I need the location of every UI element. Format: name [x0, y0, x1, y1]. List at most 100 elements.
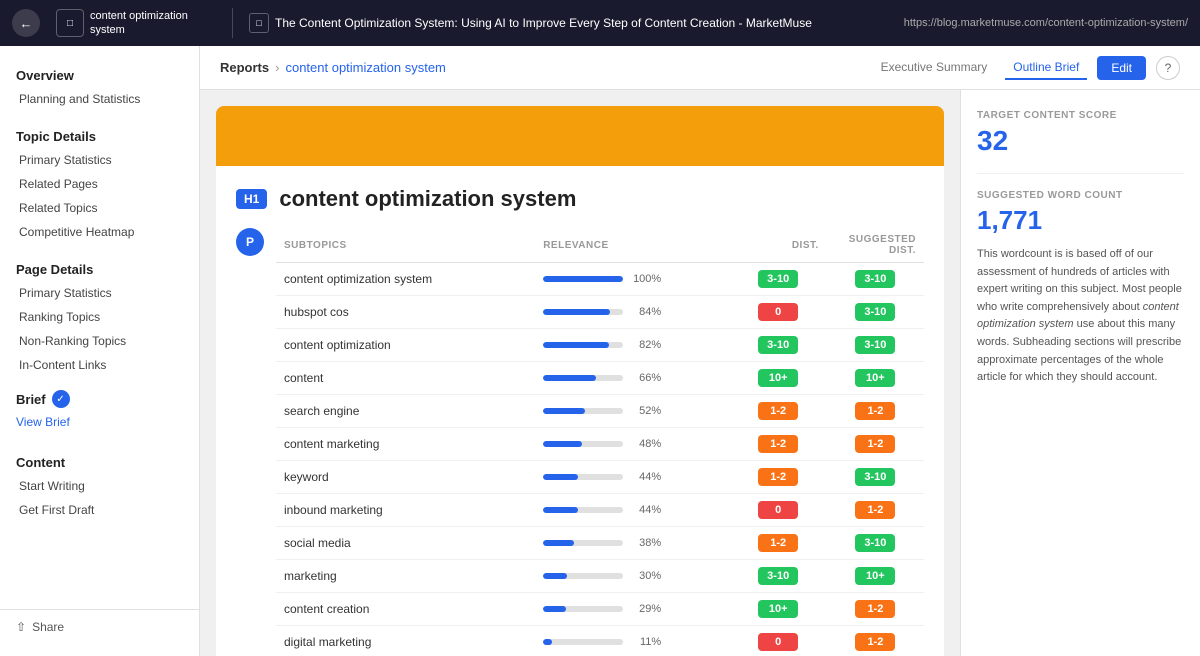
cell-suggested: 3-10 — [827, 329, 924, 362]
cell-dist: 0 — [730, 296, 827, 329]
table-row: content optimization 82% 3-10 3-10 — [276, 329, 924, 362]
table-row: inbound marketing 44% 0 1-2 — [276, 494, 924, 527]
cell-suggested: 1-2 — [827, 626, 924, 656]
cell-topic: content optimization system — [276, 263, 535, 296]
share-label: Share — [32, 620, 64, 634]
table-row: content optimization system 100% 3-10 3-… — [276, 263, 924, 296]
sidebar-item-get-draft[interactable]: Get First Draft — [0, 498, 199, 522]
cell-dist: 1-2 — [730, 395, 827, 428]
cell-dist: 0 — [730, 626, 827, 656]
col-header-suggested: SUGGESTED DIST. — [827, 228, 924, 263]
doc-icon: □ — [249, 13, 269, 33]
edit-button[interactable]: Edit — [1097, 56, 1146, 80]
sidebar-item-in-content-links[interactable]: In-Content Links — [0, 353, 199, 377]
cell-relevance: 11% — [535, 626, 729, 656]
cell-suggested: 3-10 — [827, 461, 924, 494]
sidebar-share[interactable]: ⇧ Share — [0, 609, 199, 644]
doc-title: The Content Optimization System: Using A… — [275, 16, 812, 30]
table-row: content 66% 10+ 10+ — [276, 362, 924, 395]
help-button[interactable]: ? — [1156, 56, 1180, 80]
sidebar-page-label: Page Details — [0, 252, 199, 281]
brief-check-icon: ✓ — [52, 390, 70, 408]
cell-suggested: 10+ — [827, 560, 924, 593]
cell-dist: 10+ — [730, 362, 827, 395]
cell-suggested: 10+ — [827, 362, 924, 395]
wordcount-value: 1,771 — [977, 205, 1184, 236]
col-header-subtopics: SUBTOPICS — [276, 228, 535, 263]
target-score-value: 32 — [977, 125, 1184, 157]
table-row: hubspot cos 84% 0 3-10 — [276, 296, 924, 329]
sidebar-brief-row: Brief ✓ — [0, 385, 199, 413]
sidebar-item-start-writing[interactable]: Start Writing — [0, 474, 199, 498]
cell-topic: inbound marketing — [276, 494, 535, 527]
table-row: search engine 52% 1-2 1-2 — [276, 395, 924, 428]
table-header-row: SUBTOPICS RELEVANCE DIST. SUGGESTED DIST… — [276, 228, 924, 263]
breadcrumb-separator: › — [275, 60, 279, 75]
h1-section: H1 content optimization system P SUBTOPI… — [216, 166, 944, 656]
right-description: This wordcount is is based off of our as… — [977, 246, 1184, 387]
cell-dist: 3-10 — [730, 560, 827, 593]
sidebar-overview-section: Overview Planning and Statistics — [0, 58, 199, 111]
cell-topic: marketing — [276, 560, 535, 593]
breadcrumb-reports[interactable]: Reports — [220, 60, 269, 75]
cell-dist: 10+ — [730, 593, 827, 626]
tab-executive-summary[interactable]: Executive Summary — [873, 56, 996, 80]
sidebar-content-section: Content Start Writing Get First Draft — [0, 445, 199, 522]
breadcrumb: Reports › content optimization system — [220, 60, 446, 75]
sidebar-item-primary-stats-2[interactable]: Primary Statistics — [0, 281, 199, 305]
sidebar-overview-label: Overview — [0, 58, 199, 87]
cell-relevance: 29% — [535, 593, 729, 626]
wordcount-label: SUGGESTED WORD COUNT — [977, 190, 1184, 201]
sidebar-item-planning[interactable]: Planning and Statistics — [0, 87, 199, 111]
left-panel: H1 content optimization system P SUBTOPI… — [200, 90, 960, 656]
sidebar-topic-label: Topic Details — [0, 119, 199, 148]
topbar: ← □ content optimization system □ The Co… — [0, 0, 1200, 46]
table-body: content optimization system 100% 3-10 3-… — [276, 263, 924, 656]
h1-header: H1 content optimization system — [236, 186, 924, 212]
table-row: social media 38% 1-2 3-10 — [276, 527, 924, 560]
topbar-title: □ The Content Optimization System: Using… — [249, 13, 888, 33]
breadcrumb-bar: Reports › content optimization system Ex… — [200, 46, 1200, 90]
cell-dist: 3-10 — [730, 329, 827, 362]
cell-topic: digital marketing — [276, 626, 535, 656]
cell-dist: 1-2 — [730, 428, 827, 461]
sidebar-item-competitive[interactable]: Competitive Heatmap — [0, 220, 199, 244]
cell-dist: 0 — [730, 494, 827, 527]
cell-relevance: 38% — [535, 527, 729, 560]
cell-topic: keyword — [276, 461, 535, 494]
sidebar-item-ranking-topics[interactable]: Ranking Topics — [0, 305, 199, 329]
right-panel: TARGET CONTENT SCORE 32 SUGGESTED WORD C… — [960, 90, 1200, 656]
cell-topic: search engine — [276, 395, 535, 428]
sidebar-content-label: Content — [0, 445, 199, 474]
sidebar-item-non-ranking[interactable]: Non-Ranking Topics — [0, 329, 199, 353]
target-score-label: TARGET CONTENT SCORE — [977, 110, 1184, 121]
cell-relevance: 44% — [535, 494, 729, 527]
cell-topic: content creation — [276, 593, 535, 626]
cell-dist: 3-10 — [730, 263, 827, 296]
tab-outline-brief[interactable]: Outline Brief — [1005, 56, 1087, 80]
cell-relevance: 66% — [535, 362, 729, 395]
sidebar-brief-section: Brief ✓ View Brief — [0, 385, 199, 437]
cell-relevance: 84% — [535, 296, 729, 329]
topbar-divider — [232, 8, 233, 38]
cell-topic: content marketing — [276, 428, 535, 461]
sidebar-item-primary-stats-1[interactable]: Primary Statistics — [0, 148, 199, 172]
sidebar-item-related-topics[interactable]: Related Topics — [0, 196, 199, 220]
breadcrumb-current[interactable]: content optimization system — [285, 60, 445, 75]
cell-suggested: 3-10 — [827, 296, 924, 329]
sidebar-view-brief[interactable]: View Brief — [0, 413, 199, 437]
cell-relevance: 30% — [535, 560, 729, 593]
table-row: content creation 29% 10+ 1-2 — [276, 593, 924, 626]
main-layout: Overview Planning and Statistics Topic D… — [0, 46, 1200, 656]
sidebar-item-related-pages[interactable]: Related Pages — [0, 172, 199, 196]
back-button[interactable]: ← — [12, 9, 40, 37]
cell-relevance: 82% — [535, 329, 729, 362]
topbar-url: https://blog.marketmuse.com/content-opti… — [904, 17, 1188, 29]
breadcrumb-actions: Executive Summary Outline Brief Edit ? — [873, 56, 1180, 80]
cell-relevance: 44% — [535, 461, 729, 494]
sidebar-brief-label: Brief — [16, 392, 46, 407]
right-divider-1 — [977, 173, 1184, 174]
p-badge: P — [236, 228, 264, 256]
sidebar-page-section: Page Details Primary Statistics Ranking … — [0, 252, 199, 377]
cell-suggested: 3-10 — [827, 527, 924, 560]
